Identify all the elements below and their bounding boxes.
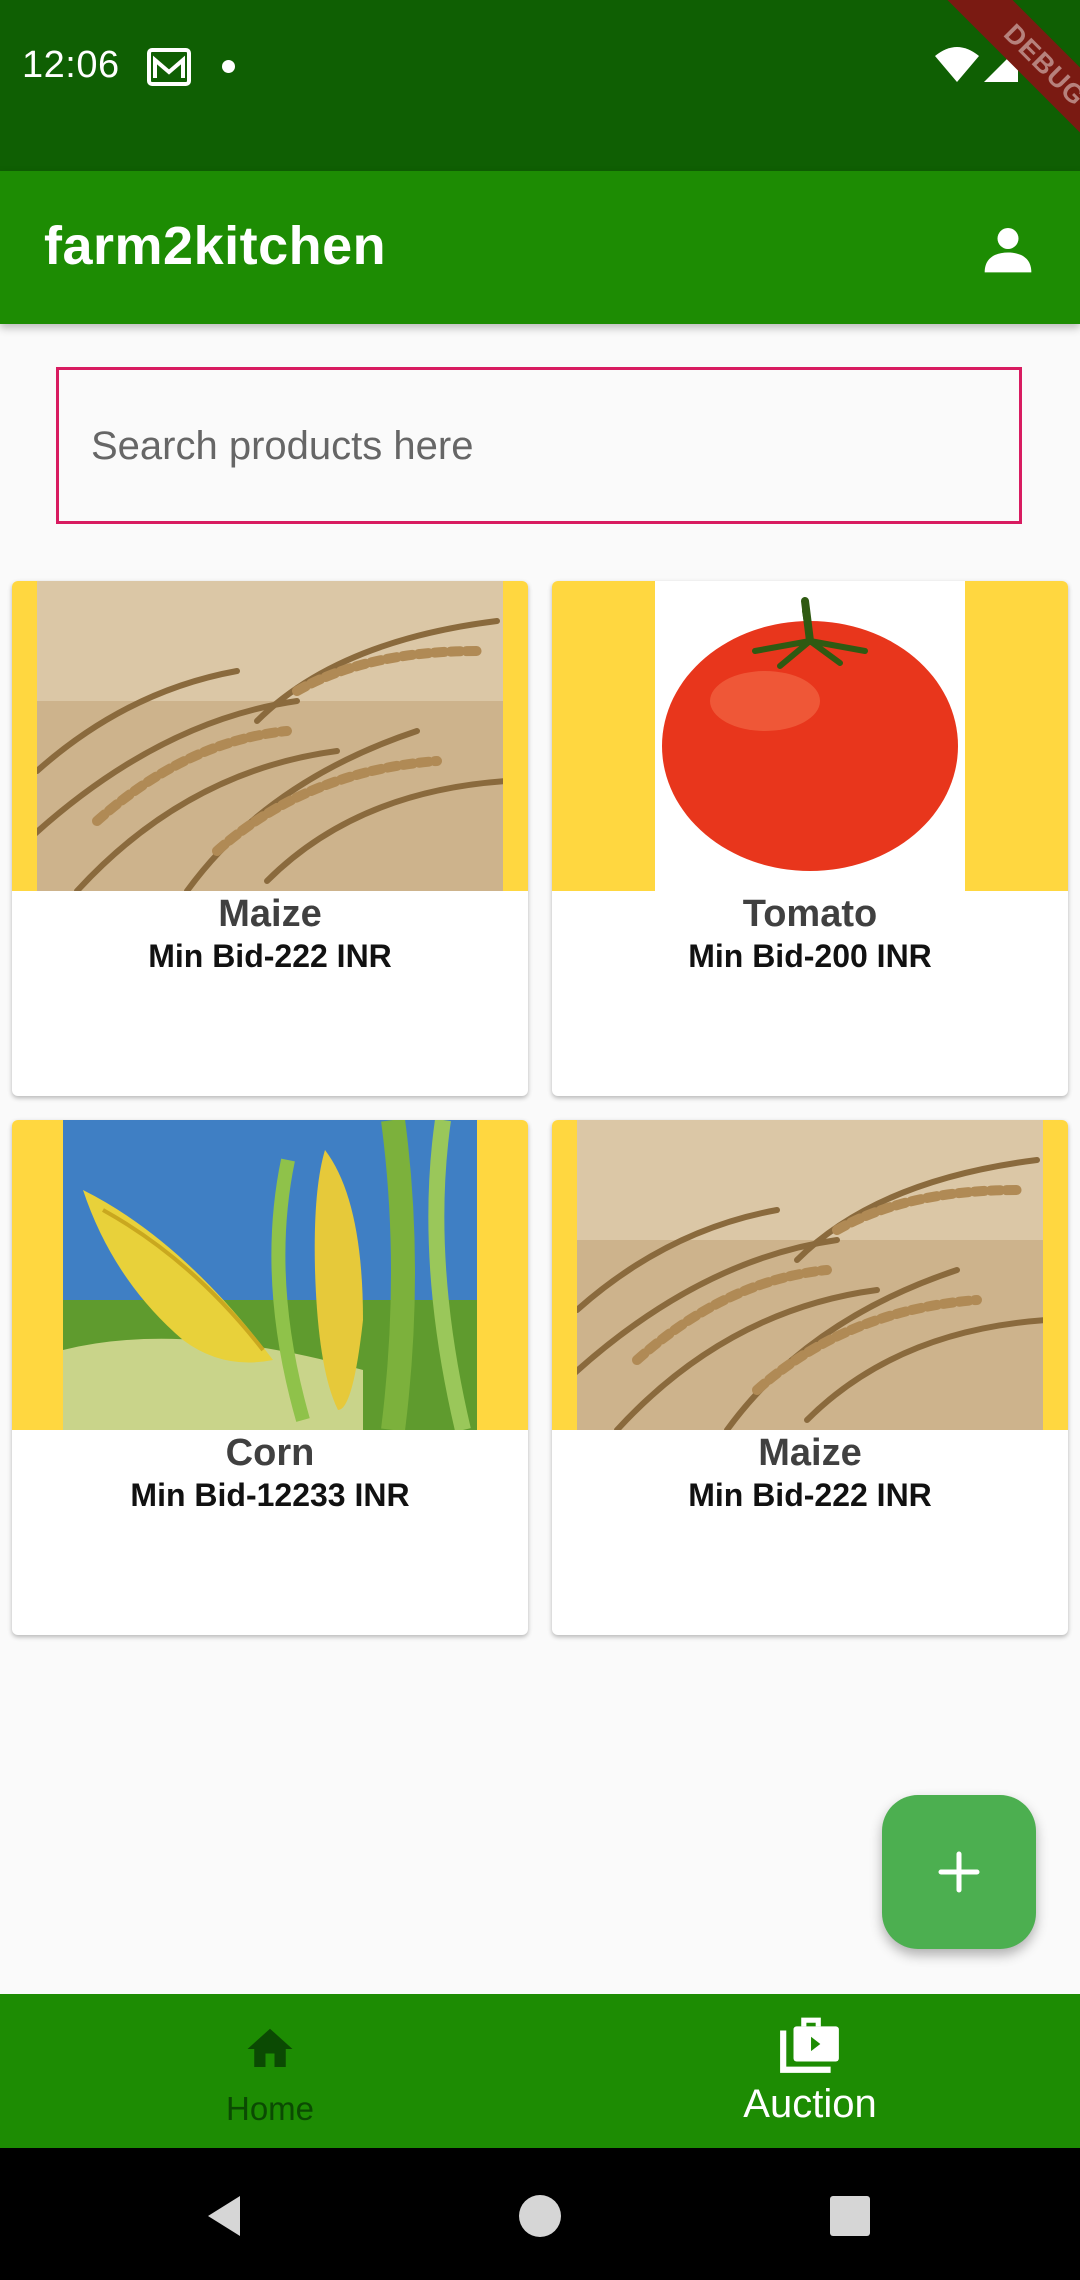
app-title: farm2kitchen [44,216,387,276]
wheat-field-image [552,1120,1068,1430]
system-navigation-bar [0,2148,1080,2280]
nav-item-auction[interactable]: Auction [540,1994,1080,2148]
nav-item-home[interactable]: Home [0,1994,540,2148]
nav-label-auction: Auction [743,2082,877,2126]
person-icon[interactable] [980,221,1036,277]
product-card[interactable]: Maize Min Bid-222 INR [12,581,528,1096]
wheat-field-image [12,581,528,891]
status-time: 12:06 [22,44,120,86]
product-min-bid: Min Bid-222 INR [688,1477,932,1513]
app-bar: farm2kitchen [0,171,1080,324]
search-input[interactable] [89,370,993,523]
product-name: Maize [758,1432,862,1474]
product-card[interactable]: Tomato Min Bid-200 INR [552,581,1068,1096]
product-min-bid: Min Bid-200 INR [688,938,932,974]
product-card[interactable]: Corn Min Bid-12233 INR [12,1120,528,1635]
product-min-bid: Min Bid-222 INR [148,938,392,974]
product-card[interactable]: Maize Min Bid-222 INR [552,1120,1068,1635]
recents-icon[interactable] [820,2186,880,2246]
bottom-navigation: Home Auction [0,1994,1080,2148]
product-name: Tomato [742,893,878,935]
product-min-bid: Min Bid-12233 INR [130,1477,410,1513]
add-product-button[interactable] [882,1795,1036,1949]
home-circle-icon[interactable] [510,2186,570,2246]
wifi-icon [935,47,979,82]
plus-icon [938,1851,980,1893]
corn-cob-image [12,1120,528,1430]
home-icon [247,2028,293,2067]
auction-briefcase-icon [780,2017,839,2073]
search-field[interactable] [56,367,1022,524]
status-bar: 12:06 DEBUG [0,0,1080,171]
nav-label-home: Home [225,2090,315,2127]
tomato-image [552,581,1068,891]
notification-dot-icon [222,60,235,73]
product-name: Corn [225,1432,315,1474]
back-icon[interactable] [194,2186,254,2246]
product-name: Maize [218,893,322,935]
gmail-icon [147,48,191,86]
